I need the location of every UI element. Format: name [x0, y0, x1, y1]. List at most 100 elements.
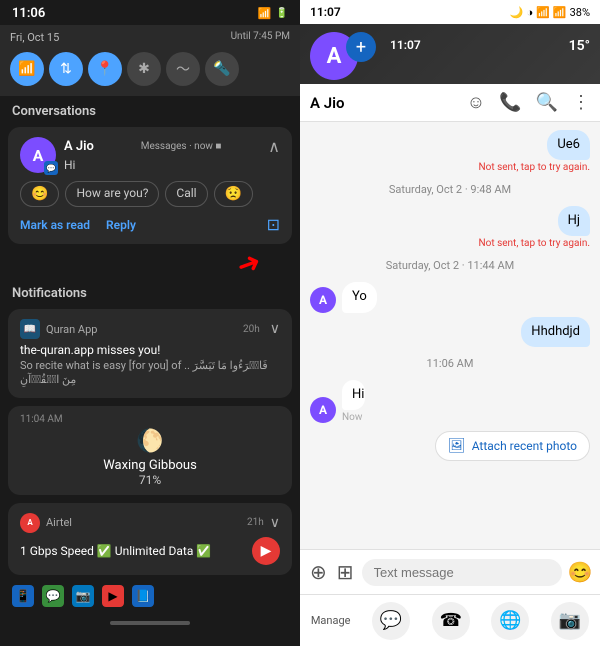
conv-body: A Jio Messages · now ■ ∧ Hi	[64, 137, 280, 172]
msg-bubble-hj: Hj	[558, 206, 590, 236]
msg-error-ue6[interactable]: Not sent, tap to try again.	[478, 162, 590, 173]
bottom-app-2: 💬	[42, 585, 64, 607]
airtel-action-btn[interactable]: ▶	[252, 537, 280, 565]
attach-recent-photo-btn[interactable]: 🖼 Attach recent photo	[435, 431, 590, 461]
circle-icon: ◑	[527, 6, 534, 19]
msg-bubble-yo: Yo	[342, 282, 377, 312]
quran-time: 20h	[243, 324, 260, 335]
chat-toolbar-icons: ☺ 📞 🔍 ⋮	[467, 92, 590, 113]
qs-until: Until 7:45 PM	[231, 31, 290, 42]
nav-icon-4[interactable]: 📷	[551, 602, 589, 640]
conv-header: A 💬 A Jio Messages · now ■ ∧ Hi	[20, 137, 280, 173]
attach-label: Attach recent photo	[472, 439, 577, 453]
moon-percent: 71%	[139, 473, 161, 487]
moon-icon: 🌔	[136, 429, 163, 454]
expand-icon[interactable]: ⊡	[267, 215, 280, 234]
msg-bubble-ue6: Ue6	[547, 130, 590, 160]
chat-toolbar: A Jio ☺ 📞 🔍 ⋮	[300, 84, 600, 122]
more-icon[interactable]: ⋮	[572, 92, 590, 113]
conv-chevron-icon[interactable]: ∧	[268, 137, 280, 156]
home-bar-left	[110, 621, 190, 625]
reply-btn[interactable]: Reply	[106, 218, 136, 232]
time-left: 11:06	[12, 6, 45, 21]
signal-icon-right: 📶	[553, 6, 567, 19]
airtel-logo: A	[20, 513, 40, 533]
wifi-toggle[interactable]: 📶	[10, 52, 44, 86]
status-bar-right: 11:07 🌙 ◑ 📶 📶 38%	[300, 0, 600, 24]
reply-chip-howareyou[interactable]: How are you?	[65, 181, 159, 207]
msg-bubble-hi: Hi	[342, 380, 365, 410]
mark-as-read-btn[interactable]: Mark as read	[20, 218, 90, 232]
floating-add-btn[interactable]: +	[346, 32, 376, 62]
msg-row-hhdhdjd: Hhdhdjd	[310, 317, 590, 347]
moon-status-icon: 🌙	[510, 6, 524, 19]
moon-time: 11:04 AM	[20, 414, 63, 425]
signal-icon-left: 📶	[258, 7, 272, 20]
chat-top-overlay: A + 11:07 15°	[300, 24, 600, 84]
bluetooth-toggle[interactable]: ✱	[127, 52, 161, 86]
phone-icon[interactable]: 📞	[499, 92, 521, 113]
conv-avatar: A 💬	[20, 137, 56, 173]
reply-chip-emoji2[interactable]: 😟	[214, 181, 253, 207]
bottom-app-4: ▶	[102, 585, 124, 607]
search-icon[interactable]: 🔍	[536, 92, 558, 113]
msg-row-ue6: Ue6 Not sent, tap to try again.	[310, 130, 590, 173]
location-toggle[interactable]: 📍	[88, 52, 122, 86]
reply-suggestions: 😊 How are you? Call 😟	[20, 181, 280, 207]
quran-chevron-icon[interactable]: ∨	[270, 321, 280, 337]
bottom-apps-row: 📱 💬 📷 ▶ 📘	[0, 579, 300, 613]
nav-icon-3[interactable]: 🌐	[491, 602, 529, 640]
manage-label[interactable]: Manage	[311, 614, 351, 627]
conv-actions: Mark as read Reply ⊡	[20, 215, 280, 234]
msg-row-yo: A Yo	[310, 282, 590, 312]
timestamp-2: Saturday, Oct 2 · 11:44 AM	[310, 259, 590, 272]
airtel-card: A Airtel 21h ∨ 1 Gbps Speed ✅ Unlimited …	[8, 503, 292, 575]
bottom-app-1: 📱	[12, 585, 34, 607]
airtel-header: A Airtel 21h ∨	[20, 513, 280, 533]
conversations-label: Conversations	[0, 96, 300, 123]
reply-chip-emoji1[interactable]: 😊	[20, 181, 59, 207]
right-panel: 11:07 🌙 ◑ 📶 📶 38% A + 11:07 15° A Jio ☺ …	[300, 0, 600, 646]
status-bar-left: 11:06 📶 🔋	[0, 0, 300, 25]
airtel-body: 1 Gbps Speed ✅ Unlimited Data ✅ ▶	[20, 537, 280, 565]
quran-body: So recite what is easy [for you] of .. ف…	[20, 359, 280, 388]
qs-buttons: 📶 ⇅ 📍 ✱ 〜 🔦	[10, 52, 290, 86]
quran-icon: 📖	[20, 319, 40, 339]
battery-icon-left: 🔋	[276, 8, 288, 19]
gallery-btn[interactable]: ⊞	[335, 558, 356, 586]
recv-avatar-hi: A	[310, 397, 336, 423]
left-panel: 11:06 📶 🔋 Fri, Oct 15 Until 7:45 PM 📶 ⇅ …	[0, 0, 300, 646]
nfc-toggle[interactable]: 〜	[166, 52, 200, 86]
msg-time-now: Now	[342, 412, 374, 423]
quran-title: the-quran.app misses you!	[20, 343, 280, 357]
reply-chip-call[interactable]: Call	[165, 181, 207, 207]
msg-bubble-hhdhdjd: Hhdhdjd	[521, 317, 590, 347]
conv-message: Hi	[64, 158, 280, 172]
msg-error-hj[interactable]: Not sent, tap to try again.	[478, 238, 590, 249]
bottom-app-5: 📘	[132, 585, 154, 607]
quran-app-name: Quran App	[46, 323, 97, 336]
moon-phase: Waxing Gibbous	[103, 458, 197, 473]
conv-title-row: A Jio Messages · now ■ ∧	[64, 137, 280, 156]
smiley-icon[interactable]: ☺	[467, 92, 485, 113]
wifi-icon-right: 📶	[536, 6, 550, 19]
emoji-btn[interactable]: 😊	[568, 560, 593, 584]
flashlight-toggle[interactable]: 🔦	[205, 52, 239, 86]
airtel-chevron-icon[interactable]: ∨	[270, 515, 280, 531]
temp-overlay: 15°	[569, 38, 590, 54]
battery-right: 38%	[570, 6, 590, 19]
add-attachment-btn[interactable]: ⊕	[308, 558, 329, 586]
time-right: 11:07	[310, 5, 341, 19]
attach-photo-icon: 🖼	[448, 438, 466, 454]
notifications-label: Notifications	[0, 278, 300, 305]
red-arrow: ➜	[232, 243, 265, 282]
quran-notif-card: 📖 Quran App 20h ∨ the-quran.app misses y…	[8, 309, 292, 398]
data-toggle[interactable]: ⇅	[49, 52, 83, 86]
nav-icon-2[interactable]: ☎	[432, 602, 470, 640]
nav-icon-1[interactable]: 💬	[372, 602, 410, 640]
messages-badge: 💬	[44, 161, 58, 175]
quick-settings: Fri, Oct 15 Until 7:45 PM 📶 ⇅ 📍 ✱ 〜 🔦	[0, 25, 300, 96]
text-message-input[interactable]	[362, 559, 562, 586]
timestamp-3: 11:06 AM	[310, 357, 590, 370]
conv-name: A Jio	[64, 139, 94, 154]
